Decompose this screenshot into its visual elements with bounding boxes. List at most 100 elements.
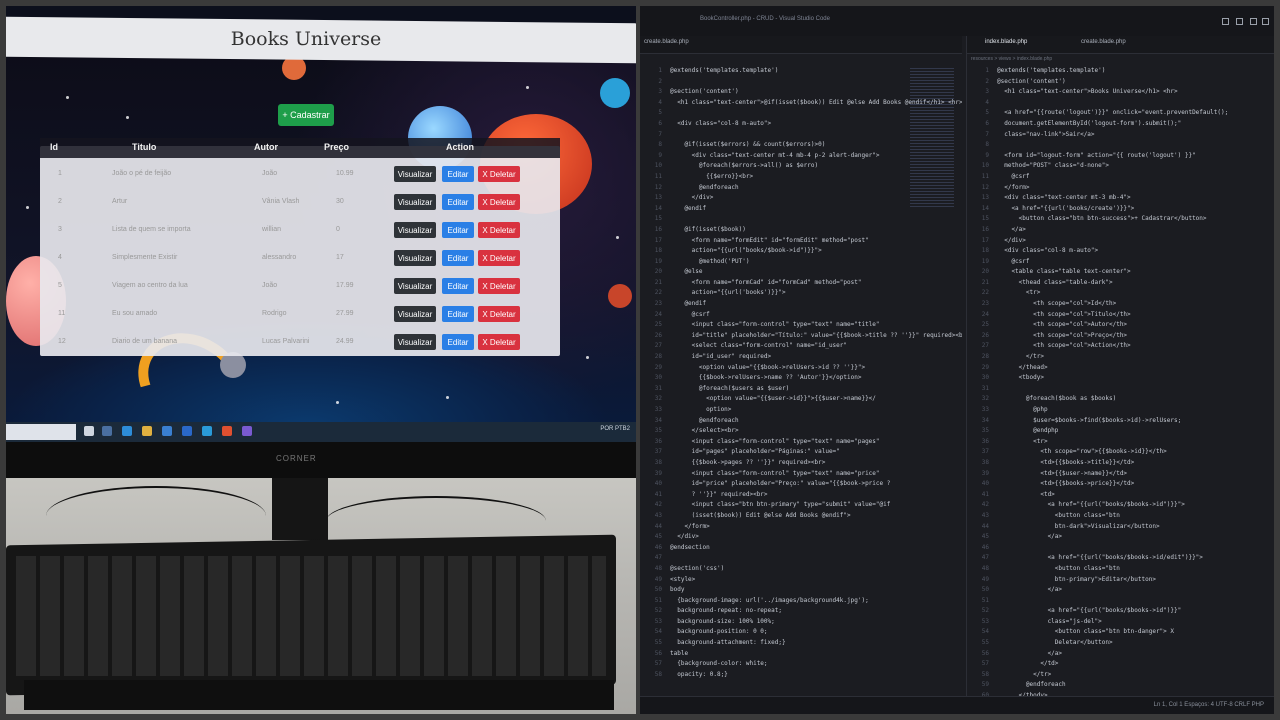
code-line[interactable]: 31 <box>967 384 1274 395</box>
code-line[interactable]: 28 id="id_user" required> <box>640 352 962 363</box>
visualizar-button[interactable]: Visualizar <box>394 334 436 350</box>
code-line[interactable]: 10 method="POST" class="d-none"> <box>967 161 1274 172</box>
code-line[interactable]: 7 <box>640 130 962 141</box>
code-line[interactable]: 53 class="js-del"> <box>967 617 1274 628</box>
code-line[interactable]: 22 action="{{url('books')}}"> <box>640 288 962 299</box>
code-line[interactable]: 33 option> <box>640 405 962 416</box>
deletar-button[interactable]: X Deletar <box>478 278 520 294</box>
code-line[interactable]: 4 <h1 class="text-center">@if(isset($boo… <box>640 98 962 109</box>
code-line[interactable]: 17 </div> <box>967 236 1274 247</box>
code-line[interactable]: 49 <style> <box>640 575 962 586</box>
deletar-button[interactable]: X Deletar <box>478 250 520 266</box>
code-line[interactable]: 2 <box>640 77 962 88</box>
code-line[interactable]: 52 background-repeat: no-repeat; <box>640 606 962 617</box>
deletar-button[interactable]: X Deletar <box>478 334 520 350</box>
code-line[interactable]: 20 @else <box>640 267 962 278</box>
code-line[interactable]: 21 <form name="formCad" id="formCad" met… <box>640 278 962 289</box>
code-line[interactable]: 33 @php <box>967 405 1274 416</box>
code-line[interactable]: 31 @foreach($users as $user) <box>640 384 962 395</box>
code-line[interactable]: 26 <th scope="col">Preço</th> <box>967 331 1274 342</box>
store-icon[interactable] <box>162 426 172 436</box>
code-line[interactable]: 26 id="title" placeholder="Título:" valu… <box>640 331 962 342</box>
code-line[interactable]: 18 <div class="col-8 m-auto"> <box>967 246 1274 257</box>
deletar-button[interactable]: X Deletar <box>478 194 520 210</box>
code-line[interactable]: 8 @if(isset($errors) && count($errors)>0… <box>640 140 962 151</box>
mail-icon[interactable] <box>182 426 192 436</box>
code-line[interactable]: 39 <input class="form-control" type="tex… <box>640 469 962 480</box>
code-line[interactable]: 13 <div class="text-center mt-3 mb-4"> <box>967 193 1274 204</box>
deletar-button[interactable]: X Deletar <box>478 306 520 322</box>
code-line[interactable]: 59 @endforeach <box>967 680 1274 691</box>
code-line[interactable]: 30 {{$book->relUsers->name ?? 'Autor'}}<… <box>640 373 962 384</box>
code-line[interactable]: 3 @section('content') <box>640 87 962 98</box>
cadastrar-button[interactable]: + Cadastrar <box>278 104 334 126</box>
code-editor-left[interactable]: 1 @extends('templates.template') 2 3 @sectio… <box>640 66 962 680</box>
code-line[interactable]: 45 </div> <box>640 532 962 543</box>
code-line[interactable]: 35 @endphp <box>967 426 1274 437</box>
code-line[interactable]: 44 </form> <box>640 522 962 533</box>
code-line[interactable]: 19 @csrf <box>967 257 1274 268</box>
code-line[interactable]: 17 <form name="formEdit" id="formEdit" m… <box>640 236 962 247</box>
code-line[interactable]: 51 <box>967 596 1274 607</box>
code-line[interactable]: 56 table <box>640 649 962 660</box>
code-line[interactable]: 42 <a href="{{url("books/$books->id")}}"… <box>967 500 1274 511</box>
deletar-button[interactable]: X Deletar <box>478 166 520 182</box>
start-icon[interactable] <box>84 426 94 436</box>
code-line[interactable]: 37 id="pages" placeholder="Páginas:" val… <box>640 447 962 458</box>
code-line[interactable]: 41 <td> <box>967 490 1274 501</box>
code-line[interactable]: 5 <a href="{{route('logout')}}" onclick=… <box>967 108 1274 119</box>
code-line[interactable]: 23 @endif <box>640 299 962 310</box>
code-editor-right[interactable]: 1 @extends('templates.template') 2 @section… <box>967 66 1274 696</box>
code-line[interactable]: 51 {background-image: url('../images/bac… <box>640 596 962 607</box>
editar-button[interactable]: Editar <box>442 334 474 350</box>
code-line[interactable]: 32 <option value="{{$user->id}}">{{$user… <box>640 394 962 405</box>
code-line[interactable]: 54 <button class="btn btn-danger"> X <box>967 627 1274 638</box>
code-line[interactable]: 3 <h1 class="text-center">Books Universe… <box>967 87 1274 98</box>
tab-index-blade[interactable]: index.blade.php <box>981 39 1031 51</box>
code-line[interactable]: 55 background-attachment: fixed;} <box>640 638 962 649</box>
code-line[interactable]: 52 <a href="{{url("books/$books->id")}}" <box>967 606 1274 617</box>
code-line[interactable]: 38 <td>{{$books->title}}</td> <box>967 458 1274 469</box>
code-line[interactable]: 46 <box>967 543 1274 554</box>
visualizar-button[interactable]: Visualizar <box>394 222 436 238</box>
code-line[interactable]: 54 background-position: 0 0; <box>640 627 962 638</box>
folder-icon[interactable] <box>142 426 152 436</box>
code-line[interactable]: 45 </a> <box>967 532 1274 543</box>
code-line[interactable]: 53 background-size: 100% 100%; <box>640 617 962 628</box>
code-line[interactable]: 6 document.getElementById('logout-form')… <box>967 119 1274 130</box>
deletar-button[interactable]: X Deletar <box>478 222 520 238</box>
code-line[interactable]: 25 <input class="form-control" type="tex… <box>640 320 962 331</box>
code-line[interactable]: 35 </select><br> <box>640 426 962 437</box>
code-line[interactable]: 57 {background-color: white; <box>640 659 962 670</box>
code-line[interactable]: 50 body <box>640 585 962 596</box>
code-line[interactable]: 57 </td> <box>967 659 1274 670</box>
app-icon[interactable] <box>242 426 252 436</box>
code-line[interactable]: 10 @foreach($errors->all() as $erro) <box>640 161 962 172</box>
visualizar-button[interactable]: Visualizar <box>394 194 436 210</box>
edge-icon[interactable] <box>122 426 132 436</box>
code-line[interactable]: 9 <div class="text-center mt-4 mb-4 p-2 … <box>640 151 962 162</box>
code-line[interactable]: 12 </form> <box>967 183 1274 194</box>
code-line[interactable]: 47 <box>640 553 962 564</box>
code-line[interactable]: 34 $user=$books->find($books->id)->relUs… <box>967 416 1274 427</box>
code-line[interactable]: 2 @section('content') <box>967 77 1274 88</box>
code-line[interactable]: 7 class="nav-link">Sair</a> <box>967 130 1274 141</box>
code-line[interactable]: 43 <button class="btn <box>967 511 1274 522</box>
layout-icon[interactable] <box>1262 18 1269 25</box>
code-line[interactable]: 42 <input class="btn btn-primary" type="… <box>640 500 962 511</box>
code-line[interactable]: 6 <div class="col-8 m-auto"> <box>640 119 962 130</box>
editar-button[interactable]: Editar <box>442 166 474 182</box>
code-line[interactable]: 28 </tr> <box>967 352 1274 363</box>
taskbar-search[interactable] <box>6 424 76 440</box>
editar-button[interactable]: Editar <box>442 306 474 322</box>
layout-icon[interactable] <box>1222 18 1229 25</box>
code-line[interactable]: 15 <box>640 214 962 225</box>
code-line[interactable]: 37 <th scope="row">{{$books->id}}</th> <box>967 447 1274 458</box>
code-line[interactable]: 48 @section('css') <box>640 564 962 575</box>
code-line[interactable]: 38 {{$book->pages ?? ''}}" required><br> <box>640 458 962 469</box>
code-line[interactable]: 19 @method('PUT') <box>640 257 962 268</box>
vscode-icon[interactable] <box>202 426 212 436</box>
code-line[interactable]: 58 opacity: 0.8;} <box>640 670 962 681</box>
code-line[interactable]: 11 {{$erro}}<br> <box>640 172 962 183</box>
tab-create-blade[interactable]: create.blade.php <box>1077 39 1130 51</box>
